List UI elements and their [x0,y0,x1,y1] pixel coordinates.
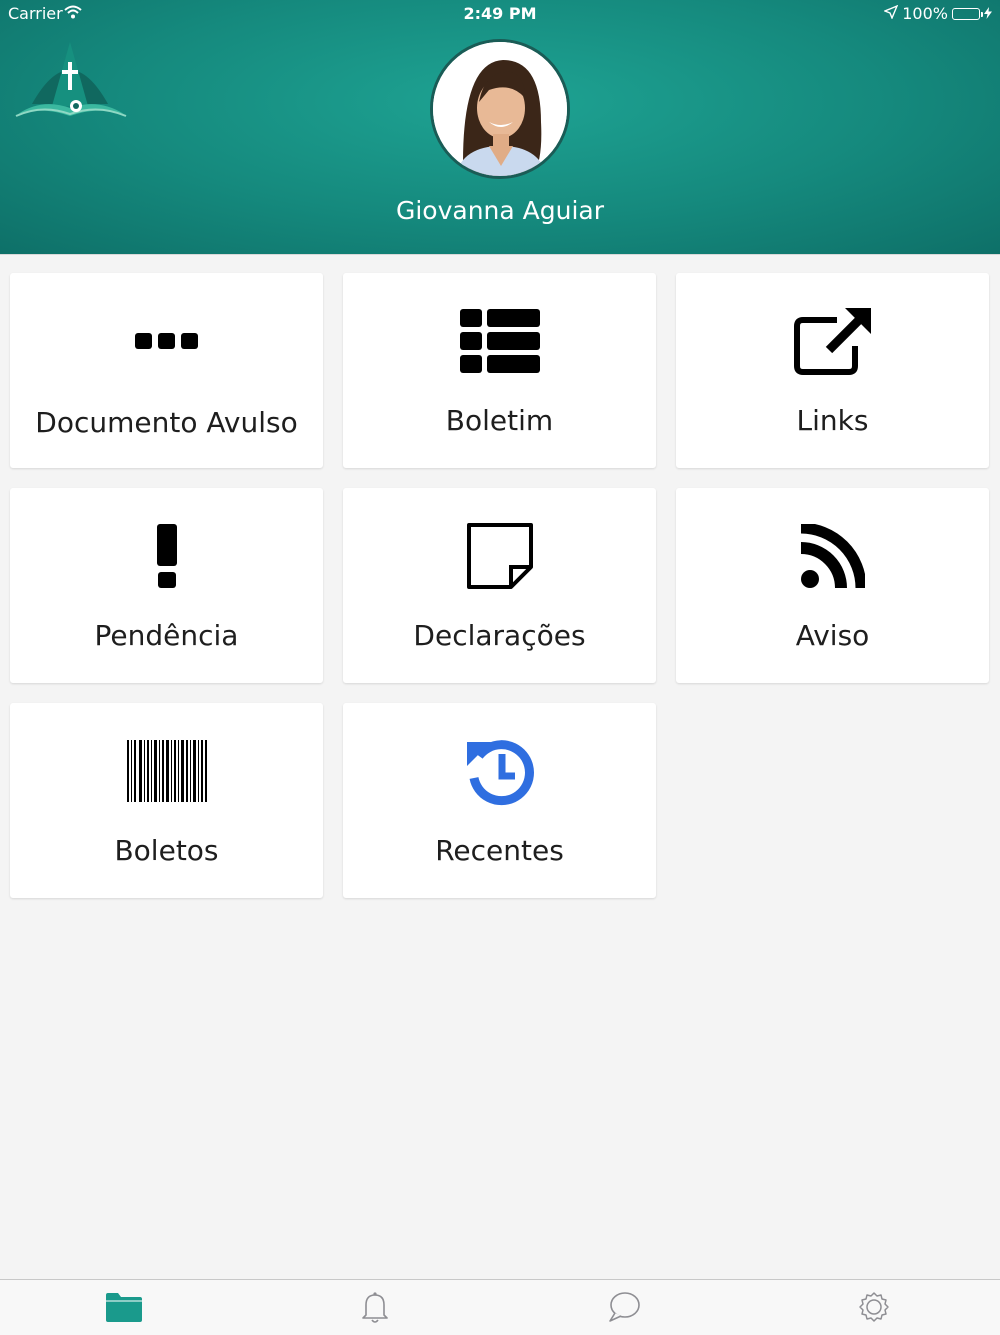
settings-icon [858,1291,890,1327]
tile-aviso[interactable]: Aviso [676,488,989,683]
tile-label: Documento Avulso [35,406,298,439]
tile-label: Recentes [435,834,564,867]
tile-label: Aviso [795,619,870,652]
tile-label: Boletos [114,834,219,867]
status-time: 2:49 PM [463,4,537,23]
rss-icon [676,516,989,596]
profile-avatar[interactable] [430,39,570,179]
external-link-icon [676,301,989,381]
chat-icon [607,1291,641,1327]
list-icon [343,301,656,381]
profile-name: Giovanna Aguiar [395,196,605,225]
tile-pendencia[interactable]: Pendência [10,488,323,683]
tab-bar [0,1279,1000,1335]
tile-recentes[interactable]: Recentes [343,703,656,898]
barcode-icon [10,731,323,811]
tile-label: Boletim [445,404,554,437]
folder-icon [106,1292,142,1326]
tile-boletos[interactable]: Boletos [10,703,323,898]
tile-label: Declarações [413,619,586,652]
tile-label: Pendência [94,619,239,652]
bell-icon [361,1291,389,1327]
tab-settings[interactable] [854,1292,894,1326]
battery-percent: 100% [902,4,948,23]
ellipsis-icon [10,301,323,381]
battery-icon [952,7,983,20]
profile-header: Carrier 2:49 PM 100% Giovanna Aguiar [0,0,1000,255]
tile-label: Links [796,404,869,437]
tab-notifications[interactable] [355,1292,395,1326]
charging-icon [984,4,992,23]
history-icon [343,731,656,811]
location-arrow-icon [883,4,899,23]
tab-messages[interactable] [604,1292,644,1326]
tab-folder[interactable] [104,1292,144,1326]
status-bar: Carrier 2:49 PM 100% [0,0,1000,27]
sticky-note-icon [343,516,656,596]
school-logo [12,36,128,120]
tile-links[interactable]: Links [676,273,989,468]
tile-documento-avulso[interactable]: Documento Avulso [10,273,323,468]
tile-declaracoes[interactable]: Declarações [343,488,656,683]
exclamation-icon [10,516,323,596]
tile-boletim[interactable]: Boletim [343,273,656,468]
